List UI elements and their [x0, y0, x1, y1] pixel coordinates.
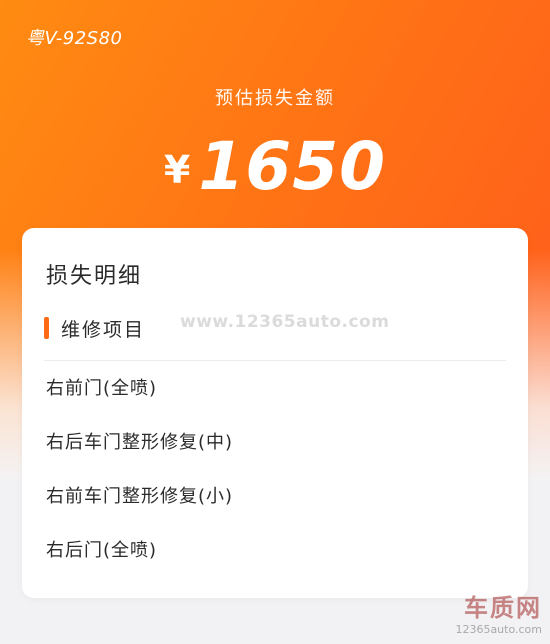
repair-item: 右后车门整形修复(中) [46, 432, 234, 453]
repair-item-list: 右前门(全喷) 右后车门整形修复(中) 右前车门整形修复(小) 右后门(全喷) [46, 374, 233, 590]
corner-logo: 车质网 12365auto.com [455, 588, 542, 636]
repair-item: 右后门(全喷) [46, 540, 158, 561]
divider [44, 360, 506, 361]
section-label: 维修项目 [61, 318, 146, 341]
repair-item: 右前门(全喷) [46, 378, 158, 399]
repair-item: 右前车门整形修复(小) [46, 486, 234, 507]
section-accent-bar [44, 317, 49, 339]
logo-name: 车质网 [464, 594, 542, 622]
loss-detail-card: 损失明细 维修项目 右前门(全喷) 右后车门整形修复(中) 右前车门整形修复(小… [22, 228, 528, 598]
estimate-label: 预估损失金额 [215, 88, 335, 109]
card-title: 损失明细 [46, 264, 143, 289]
watermark: www.12365auto.com [180, 312, 390, 332]
amount-value: 1650 [198, 128, 387, 205]
license-plate: 粤V-92S80 [26, 28, 123, 49]
estimate-amount: ¥1650 [0, 128, 550, 205]
logo-url: 12365auto.com [455, 623, 542, 636]
section-header: 维修项目 [44, 316, 146, 341]
currency-symbol: ¥ [163, 148, 191, 192]
